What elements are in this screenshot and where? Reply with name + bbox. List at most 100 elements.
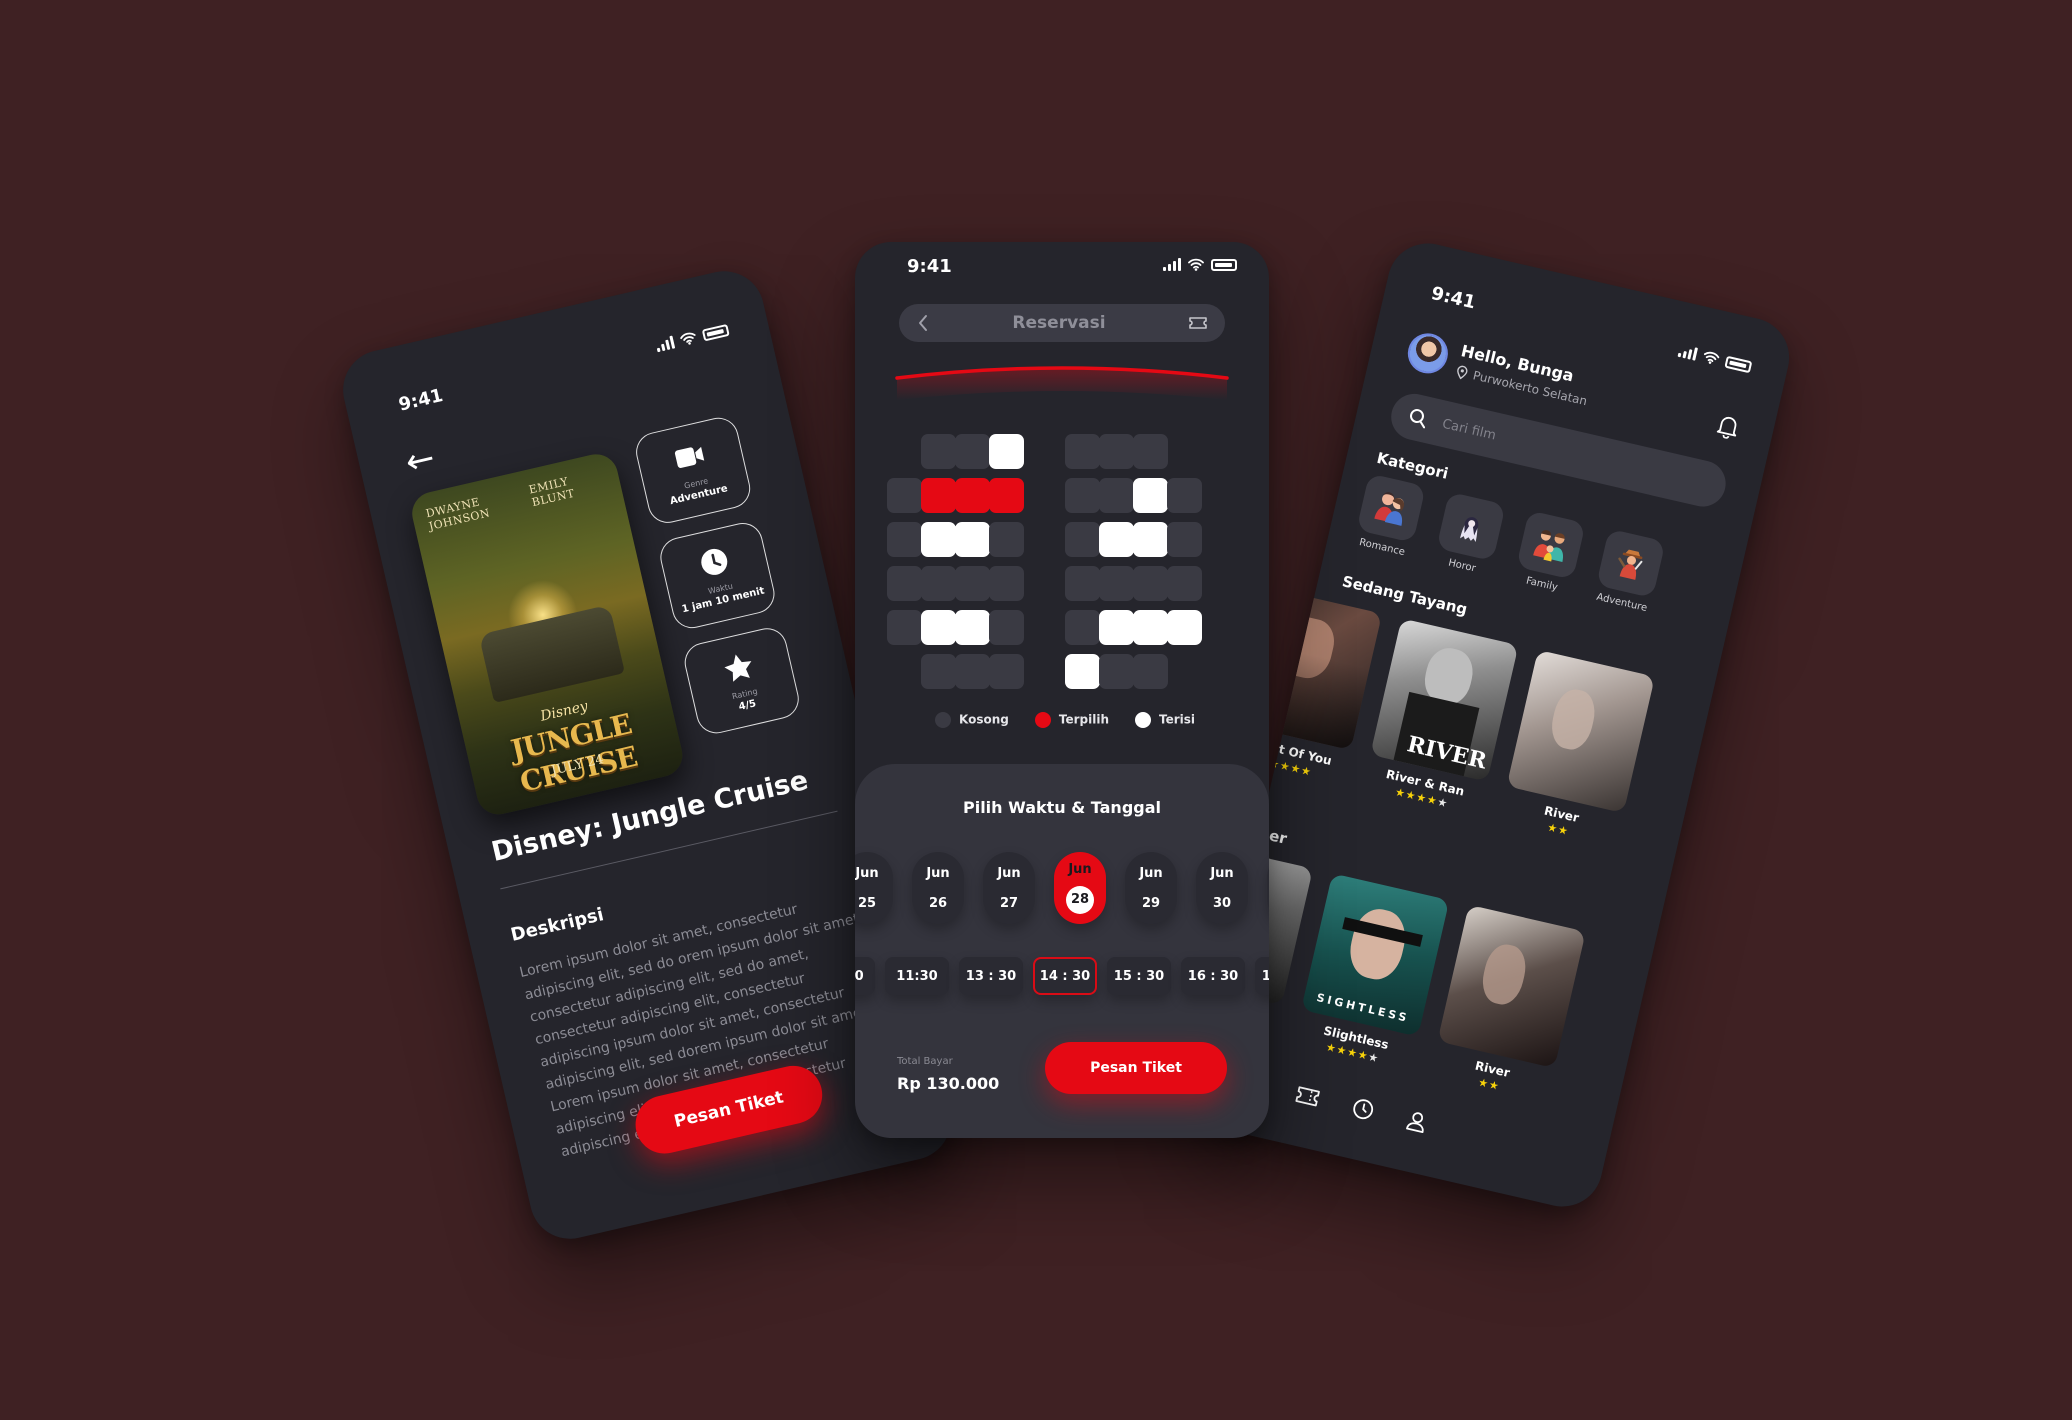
chevron-left-icon[interactable]	[917, 314, 929, 332]
category-family[interactable]: Family	[1510, 510, 1587, 597]
seat[interactable]	[1065, 478, 1100, 513]
seat	[1133, 522, 1168, 557]
status-icons	[1677, 344, 1753, 374]
seat	[921, 610, 956, 645]
time-option[interactable]: 11:30	[885, 957, 949, 995]
ticket-icon[interactable]	[1189, 316, 1207, 330]
date-option[interactable]: Jun 27	[983, 852, 1035, 924]
category-horor[interactable]: Horor	[1430, 491, 1507, 578]
star-icon	[718, 647, 759, 688]
seat[interactable]	[1065, 566, 1100, 601]
seat[interactable]	[1065, 522, 1100, 557]
status-icons	[1163, 258, 1237, 271]
seat	[1099, 522, 1134, 557]
bell-icon[interactable]	[1715, 413, 1742, 441]
date-option[interactable]: Jun 26	[912, 852, 964, 924]
home-screen: 9:41 Hello, Bunga Purwokerto Selatan Car…	[1192, 235, 1798, 1215]
date-option[interactable]: Jun 29	[1125, 852, 1177, 924]
seat[interactable]	[989, 566, 1024, 601]
seat[interactable]	[1099, 654, 1134, 689]
movie-card-river[interactable]: River ★★	[1498, 649, 1655, 849]
seat[interactable]	[887, 478, 922, 513]
date-option[interactable]: Jun 28	[1054, 852, 1106, 924]
status-time: 9:41	[907, 256, 952, 277]
seat[interactable]	[1133, 434, 1168, 469]
legend-terisi: Terisi	[1134, 712, 1196, 728]
seat[interactable]	[1133, 654, 1168, 689]
seat[interactable]	[887, 522, 922, 557]
family-icon	[1533, 530, 1565, 562]
seat	[989, 478, 1024, 513]
time-option[interactable]: 15 : 30	[1107, 957, 1171, 995]
movie-card-slightless[interactable]: SIGHTLESS Slightless ★★★★★	[1293, 873, 1450, 1072]
date-day: 25	[857, 895, 877, 911]
seat	[921, 522, 956, 557]
category-romance-label: Romance	[1358, 536, 1406, 559]
seat[interactable]	[887, 610, 922, 645]
date-month: Jun	[1068, 862, 1092, 878]
seat[interactable]	[1099, 478, 1134, 513]
signal-icon	[1677, 344, 1699, 361]
category-horor-label: Horor	[1447, 557, 1477, 575]
booking-sheet: Pilih Waktu & Tanggal Jun 25 Jun 26 Jun 27 Jun…	[855, 764, 1269, 1138]
seat[interactable]	[955, 566, 990, 601]
avatar[interactable]	[1403, 329, 1452, 378]
time-option[interactable]: 14 : 30	[1033, 957, 1097, 995]
seat[interactable]	[1167, 566, 1202, 601]
time-option[interactable]: 16 : 30	[1181, 957, 1245, 995]
category-adventure[interactable]: Adventure	[1590, 528, 1667, 615]
status-icons	[655, 323, 730, 353]
seat[interactable]	[921, 654, 956, 689]
status-time: 9:41	[1429, 282, 1478, 314]
seat[interactable]	[989, 522, 1024, 557]
date-option[interactable]: Jun 25	[855, 852, 893, 924]
user-icon[interactable]	[1405, 1109, 1429, 1135]
second-section-title: er	[1267, 826, 1289, 848]
status-time: 9:41	[396, 385, 445, 416]
seat[interactable]	[989, 610, 1024, 645]
legend-kosong: Kosong	[935, 712, 1009, 728]
date-option[interactable]: Jul1	[1267, 852, 1269, 924]
seat[interactable]	[1167, 522, 1202, 557]
seat[interactable]	[955, 434, 990, 469]
time-option[interactable]: 10:30	[855, 957, 875, 995]
reservation-screen: 9:41 Reservasi Kosong Terpilih Terisi Pi…	[855, 242, 1269, 1138]
time-option[interactable]: 13 : 30	[959, 957, 1023, 995]
wifi-icon	[1703, 351, 1720, 364]
category-romance[interactable]: Romance	[1351, 473, 1428, 560]
movie-card-river-ran[interactable]: RIVER River & Ran ★★★★★	[1362, 618, 1519, 817]
arrow-left-icon[interactable]: ←	[402, 438, 439, 483]
clock-icon[interactable]	[1350, 1096, 1376, 1122]
clock-icon	[694, 542, 735, 583]
ticket-icon[interactable]	[1294, 1084, 1322, 1109]
seat[interactable]	[1065, 610, 1100, 645]
date-month: Jun	[855, 865, 879, 881]
seat[interactable]	[989, 654, 1024, 689]
legend-label: Kosong	[959, 712, 1009, 727]
battery-icon	[701, 323, 730, 342]
seat[interactable]	[1133, 566, 1168, 601]
seat[interactable]	[1099, 566, 1134, 601]
total-value: Rp 130.000	[897, 1074, 1000, 1093]
couple-icon	[1374, 492, 1405, 526]
book-ticket-button[interactable]: Pesan Tiket	[1045, 1042, 1227, 1094]
legend-label: Terisi	[1158, 712, 1196, 727]
seat	[921, 478, 956, 513]
seat[interactable]	[887, 566, 922, 601]
time-option[interactable]: 17 : 30	[1255, 957, 1269, 995]
seat[interactable]	[1065, 434, 1100, 469]
seat	[955, 522, 990, 557]
movie-card-river-2[interactable]: River ★★	[1429, 904, 1586, 1104]
seat[interactable]	[1167, 478, 1202, 513]
seat[interactable]	[921, 434, 956, 469]
seat[interactable]	[1099, 434, 1134, 469]
seat[interactable]	[955, 654, 990, 689]
legend-terpilih: Terpilih	[1034, 712, 1109, 728]
top-bar: Reservasi	[899, 304, 1225, 342]
battery-icon	[1211, 259, 1237, 271]
seat	[1065, 654, 1100, 689]
now-showing-list: Ghost Of You ★★★★★ RIVER River & Ran ★★★…	[1225, 586, 1655, 849]
seat[interactable]	[921, 566, 956, 601]
date-option[interactable]: Jun 30	[1196, 852, 1248, 924]
battery-icon	[1724, 355, 1753, 374]
